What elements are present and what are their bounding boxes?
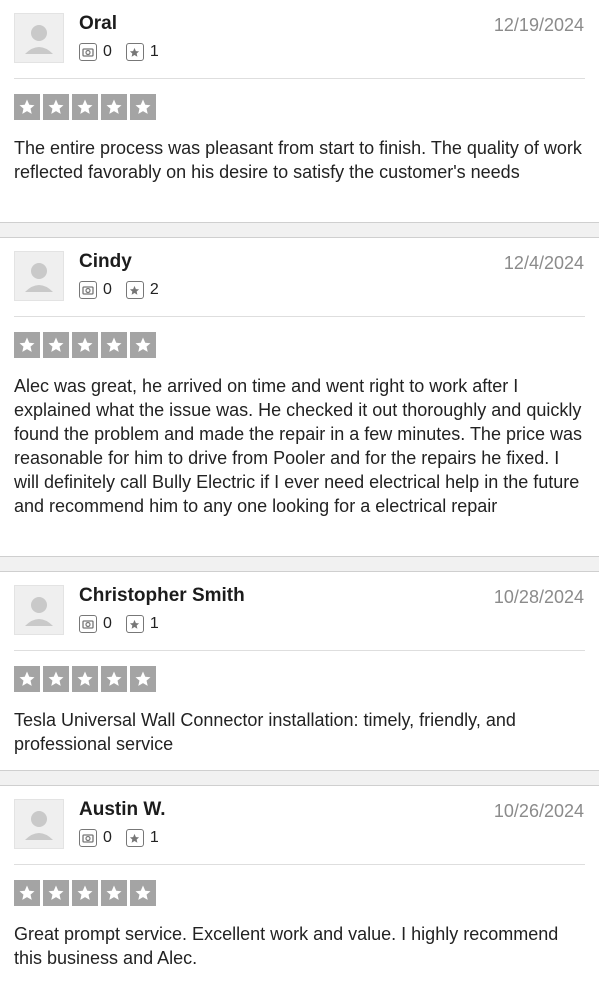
- star-icon: [130, 880, 156, 906]
- review-text: Alec was great, he arrived on time and w…: [14, 376, 582, 516]
- review-separator: [0, 770, 599, 786]
- star-icon: [101, 94, 127, 120]
- review-text: Tesla Universal Wall Connector installat…: [14, 710, 516, 754]
- review-card: Oral 12/19/2024 0 1 The entire process w…: [0, 0, 599, 222]
- user-avatar-icon[interactable]: [14, 799, 64, 849]
- star-rating: [0, 865, 599, 906]
- star-badge-icon: [125, 43, 144, 61]
- user-avatar-icon[interactable]: [14, 585, 64, 635]
- review-separator: [0, 556, 599, 572]
- star-icon: [101, 332, 127, 358]
- review-count: 1: [125, 43, 159, 61]
- user-avatar-icon[interactable]: [14, 13, 64, 63]
- review-date: 10/26/2024: [493, 801, 584, 821]
- photo-count: 0: [79, 615, 112, 633]
- review-count-value: 1: [149, 615, 159, 632]
- review-card: Austin W. 10/26/2024 0 1 Great prompt se…: [0, 786, 599, 984]
- star-icon: [14, 94, 40, 120]
- camera-icon: [79, 281, 97, 299]
- star-icon: [43, 332, 69, 358]
- reviewer-stats: 0 1: [79, 615, 173, 633]
- star-icon: [130, 666, 156, 692]
- star-icon: [101, 666, 127, 692]
- photo-count-value: 0: [103, 615, 112, 632]
- review-count: 1: [125, 615, 159, 633]
- camera-icon: [79, 43, 97, 61]
- reviewer-stats: 0 1: [79, 43, 173, 61]
- review-date: 10/28/2024: [493, 587, 584, 607]
- photo-count: 0: [79, 829, 112, 847]
- reviewer-name[interactable]: Austin W.: [79, 799, 166, 821]
- photo-count-value: 0: [103, 281, 112, 298]
- review-count: 1: [125, 829, 159, 847]
- review-count-value: 2: [149, 281, 159, 298]
- star-badge-icon: [125, 829, 144, 847]
- reviewer-stats: 0 1: [79, 829, 173, 847]
- photo-count-value: 0: [103, 829, 112, 846]
- review-header: Oral 12/19/2024 0 1: [0, 0, 599, 78]
- review-text: The entire process was pleasant from sta…: [14, 138, 582, 182]
- review-count-value: 1: [149, 43, 159, 60]
- review-header: Austin W. 10/26/2024 0 1: [0, 786, 599, 864]
- star-icon: [72, 94, 98, 120]
- reviewer-name[interactable]: Cindy: [79, 251, 132, 273]
- star-badge-icon: [125, 281, 144, 299]
- star-icon: [101, 880, 127, 906]
- star-icon: [72, 332, 98, 358]
- star-icon: [43, 880, 69, 906]
- camera-icon: [79, 829, 97, 847]
- review-count: 2: [125, 281, 159, 299]
- star-icon: [130, 332, 156, 358]
- camera-icon: [79, 615, 97, 633]
- photo-count: 0: [79, 281, 112, 299]
- review-header: Cindy 12/4/2024 0 2: [0, 238, 599, 316]
- star-rating: [0, 317, 599, 358]
- user-avatar-icon[interactable]: [14, 251, 64, 301]
- star-icon: [43, 94, 69, 120]
- star-icon: [14, 332, 40, 358]
- review-count-value: 1: [149, 829, 159, 846]
- star-icon: [14, 880, 40, 906]
- review-date: 12/4/2024: [503, 253, 584, 273]
- star-icon: [72, 880, 98, 906]
- star-icon: [72, 666, 98, 692]
- review-separator: [0, 222, 599, 238]
- reviewer-name[interactable]: Christopher Smith: [79, 585, 245, 607]
- review-date: 12/19/2024: [493, 15, 584, 35]
- review-card: Christopher Smith 10/28/2024 0 1 Tesla U…: [0, 572, 599, 770]
- star-badge-icon: [125, 615, 144, 633]
- star-icon: [43, 666, 69, 692]
- review-header: Christopher Smith 10/28/2024 0 1: [0, 572, 599, 650]
- review-card: Cindy 12/4/2024 0 2 Alec was great, he a…: [0, 238, 599, 556]
- photo-count-value: 0: [103, 43, 112, 60]
- star-rating: [0, 651, 599, 692]
- photo-count: 0: [79, 43, 112, 61]
- reviewer-stats: 0 2: [79, 281, 173, 299]
- star-icon: [14, 666, 40, 692]
- star-rating: [0, 79, 599, 120]
- reviewer-name[interactable]: Oral: [79, 13, 117, 35]
- review-text: Great prompt service. Excellent work and…: [14, 924, 559, 968]
- star-icon: [130, 94, 156, 120]
